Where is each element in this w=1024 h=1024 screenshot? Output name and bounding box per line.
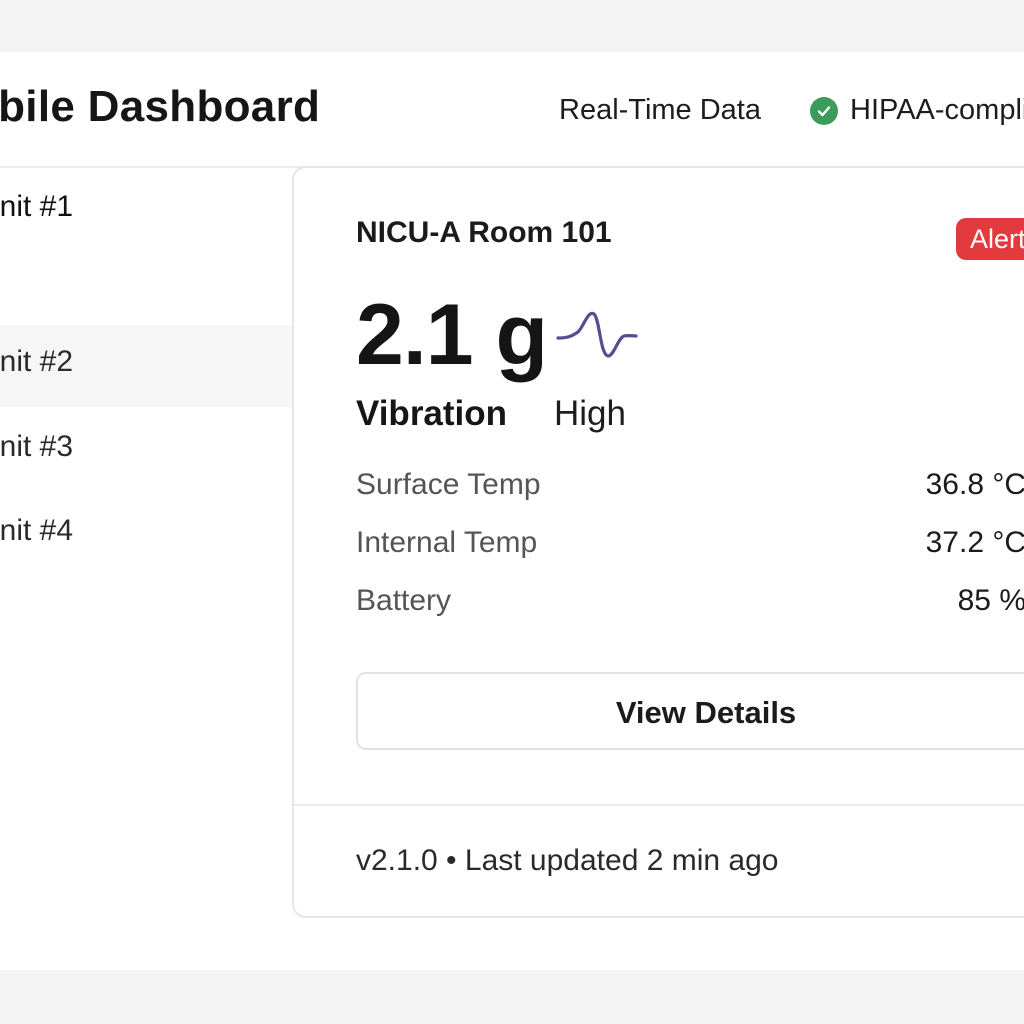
sidebar-item-label: Unit #4: [0, 514, 74, 547]
sidebar-item-label: Unit #1: [0, 190, 74, 223]
stat-value: 85 %: [957, 584, 1024, 617]
version-footer: v2.1.0 • Last updated 2 min ago: [356, 844, 779, 877]
app-title: Mobile Dashboard: [0, 82, 321, 131]
realtime-label: Real-Time Data: [559, 94, 761, 126]
room-title: NICU-A Room 101: [356, 216, 612, 249]
stat-label: Battery: [356, 584, 452, 617]
sidebar-item-unit-1[interactable]: Unit #1: [0, 168, 292, 250]
stat-value: 36.8 °C: [925, 468, 1024, 501]
metric-level: High: [554, 394, 626, 433]
sidebar-item-unit-2[interactable]: Unit #2: [0, 325, 292, 407]
sidebar-item-label: Unit #3: [0, 430, 74, 463]
alert-badge: Alert: [956, 218, 1024, 260]
waveform-icon: [556, 311, 638, 358]
stat-value: 37.2 °C: [925, 526, 1024, 559]
stat-label: Internal Temp: [356, 526, 538, 559]
vibration-value: 2.1 g: [356, 287, 548, 383]
header: Mobile Dashboard Real-Time Data HIPAA-co…: [0, 52, 1024, 168]
app-frame: Mobile Dashboard Real-Time Data HIPAA-co…: [0, 52, 1024, 970]
stat-row-internal-temp: Internal Temp 37.2 °C: [356, 526, 1024, 566]
stat-label: Surface Temp: [356, 468, 541, 501]
metric-label: Vibration: [356, 394, 508, 433]
sidebar-item-unit-3[interactable]: Unit #3: [0, 410, 292, 492]
check-circle-icon: [810, 96, 838, 125]
stat-row-battery: Battery 85 %: [356, 584, 1024, 624]
unit-detail-card: NICU-A Room 101 Alert 2.1 g Vibration Hi…: [292, 166, 1024, 918]
divider: [294, 804, 1024, 806]
sidebar: Unit #1 Unit #2 Unit #3 Unit #4: [0, 168, 292, 970]
stat-row-surface-temp: Surface Temp 36.8 °C: [356, 468, 1024, 508]
hipaa-label: HIPAA-compliant: [850, 94, 1024, 126]
view-details-button[interactable]: View Details: [356, 672, 1024, 750]
hipaa-compliance: HIPAA-compliant: [810, 94, 1024, 127]
sidebar-item-label: Unit #2: [0, 345, 74, 378]
sidebar-item-unit-4[interactable]: Unit #4: [0, 494, 292, 576]
